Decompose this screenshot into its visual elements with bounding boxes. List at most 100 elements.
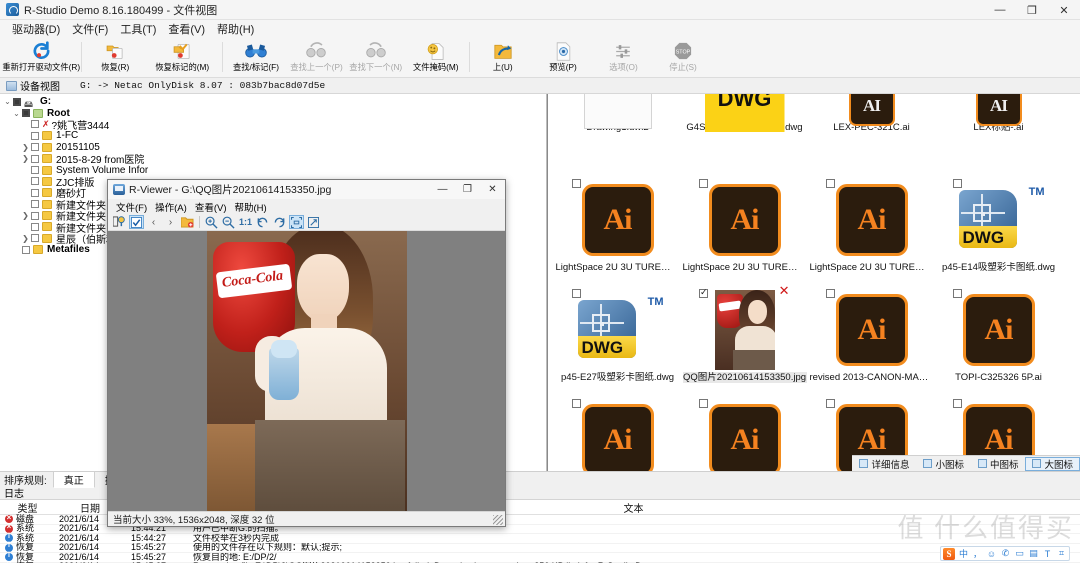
expander-icon[interactable]: ❯: [20, 154, 31, 163]
file-grid-item[interactable]: AI LEX标贴-.ai: [935, 94, 1062, 176]
file-checkbox[interactable]: [826, 399, 835, 408]
close-button[interactable]: ✕: [1048, 0, 1080, 20]
file-checkbox[interactable]: [572, 289, 581, 298]
file-grid-item[interactable]: Airevised 2013-CANON-MANUAL=out...: [808, 286, 935, 396]
actual-size-icon[interactable]: 1:1: [238, 215, 253, 229]
view-mode-large-icons[interactable]: 大图标: [1025, 456, 1080, 471]
viewer-image-canvas[interactable]: [108, 231, 505, 511]
ime-punctuation-icon[interactable]: ，: [972, 548, 983, 559]
ime-emoji-icon[interactable]: ☺: [986, 548, 997, 559]
file-grid-item[interactable]: AiTOPI-C350351 6P.ai: [554, 396, 681, 471]
menu-item-drive[interactable]: 驱动器(D): [8, 20, 68, 38]
file-grid-item[interactable]: TM DWG p45-E27吸塑彩卡图纸.dwg: [554, 286, 681, 396]
file-grid-item[interactable]: AiLightSpace 2U 3U TURE彩卡_6000K(S...: [554, 176, 681, 286]
tree-item-checkbox[interactable]: [31, 120, 39, 129]
file-checkbox[interactable]: [953, 179, 962, 188]
file-grid-item[interactable]: AiLightSpace 2U 3U TURE彩卡_6000K(S...: [808, 176, 935, 286]
file-checkbox[interactable]: [699, 179, 708, 188]
ime-keyboard-icon[interactable]: ▭: [1014, 548, 1025, 559]
ime-toolbar[interactable]: S 中 ， ☺ ✆ ▭ ▤ T ⌗: [940, 546, 1070, 561]
toolbar-find-mark-button[interactable]: 查找/标记(F): [226, 39, 286, 73]
menu-item-view[interactable]: 查看(V): [164, 20, 213, 38]
toolbar-find-previous-button[interactable]: 查找上一个(P): [286, 39, 346, 73]
file-checkbox[interactable]: [953, 289, 962, 298]
tree-item-checkbox[interactable]: [31, 131, 39, 140]
expander-icon[interactable]: ❯: [20, 234, 31, 243]
tree-item-checkbox[interactable]: [31, 222, 39, 231]
file-checkbox[interactable]: [572, 399, 581, 408]
tree-item-4[interactable]: ❯ 2015-8-29 from医院: [0, 153, 546, 166]
maximize-button[interactable]: ❐: [1016, 0, 1048, 20]
tree-item-checkbox[interactable]: [31, 188, 39, 197]
zoom-in-icon[interactable]: [204, 215, 219, 229]
tree-item-checkbox[interactable]: [31, 177, 39, 186]
ime-chinese-mode-icon[interactable]: 中: [958, 548, 969, 559]
file-grid-item[interactable]: ✕ QQ图片20210614153350.jpg: [681, 284, 808, 396]
drive-checkbox[interactable]: [13, 97, 21, 106]
zoom-out-icon[interactable]: [221, 215, 236, 229]
viewer-close-button[interactable]: ✕: [480, 180, 505, 199]
expander-icon[interactable]: ⌄: [2, 97, 13, 106]
minimize-button[interactable]: —: [984, 0, 1016, 20]
toolbar-up-button[interactable]: 上(U): [473, 39, 533, 73]
tree-item-checkbox[interactable]: [22, 245, 30, 254]
tree-item-checkbox[interactable]: [31, 200, 39, 209]
viewer-menu-file[interactable]: 文件(F): [114, 200, 153, 214]
ime-panel-icon[interactable]: ▤: [1028, 548, 1039, 559]
viewer-maximize-button[interactable]: ❐: [455, 180, 480, 199]
expander-icon[interactable]: ❯: [20, 211, 31, 220]
file-grid-item[interactable]: DWGG4S-E14吸塑彩卡图纸.dwg: [681, 94, 808, 176]
viewer-menu-view[interactable]: 查看(V): [193, 200, 233, 214]
sort-tab-real[interactable]: 真正: [52, 470, 95, 488]
viewer-minimize-button[interactable]: —: [430, 180, 455, 199]
tree-item-checkbox[interactable]: [31, 234, 39, 243]
resize-grip[interactable]: [493, 515, 503, 525]
ime-voice-icon[interactable]: ✆: [1000, 548, 1011, 559]
tree-item-checkbox[interactable]: [31, 211, 39, 220]
view-mode-medium-icons[interactable]: 中图标: [971, 457, 1026, 471]
file-checkbox[interactable]: [953, 399, 962, 408]
rotate-left-icon[interactable]: [255, 215, 270, 229]
tree-item-checkbox[interactable]: [31, 154, 39, 163]
file-checkbox[interactable]: [699, 399, 708, 408]
device-view-tab[interactable]: 设备视图: [4, 78, 68, 93]
toolbar-stop-button[interactable]: STOP 停止(S): [653, 39, 713, 73]
menu-item-file[interactable]: 文件(F): [68, 20, 116, 38]
file-grid-item[interactable]: AI LEX-PEC-321C.ai: [808, 94, 935, 176]
file-checkbox[interactable]: [826, 289, 835, 298]
toolbar-file-mask-button[interactable]: 文件掩码(M): [406, 39, 466, 73]
file-checkbox[interactable]: [826, 179, 835, 188]
file-grid-item[interactable]: AiLightSpace 2U 3U TURE彩卡_6000K(S...: [681, 176, 808, 286]
file-grid-item[interactable]: AiTouchMate A60 (7W-9W-12W).ai: [681, 396, 808, 471]
expander-icon[interactable]: ❯: [20, 143, 31, 152]
file-grid-item[interactable]: Drawing1.dwl2: [554, 94, 681, 176]
toolbar-options-button[interactable]: 选项(O): [593, 39, 653, 73]
file-checkbox[interactable]: [572, 179, 581, 188]
tree-item-checkbox[interactable]: [31, 143, 39, 152]
file-checkbox[interactable]: [699, 287, 708, 298]
prev-icon[interactable]: ‹: [146, 215, 161, 229]
toolbar-recover-marked-button[interactable]: 恢复标记的(M): [145, 39, 219, 73]
file-grid-item[interactable]: Ai TOPI-C325326 5P.ai: [935, 286, 1062, 396]
view-mode-small-icons[interactable]: 小图标: [916, 457, 971, 471]
ime-more-icon[interactable]: ⌗: [1056, 548, 1067, 559]
viewer-menu-action[interactable]: 操作(A): [153, 200, 193, 214]
toolbar-reopen-drive-files-button[interactable]: 重新打开驱动文件(R): [2, 39, 80, 73]
toolbar-recover-button[interactable]: 恢复(R): [85, 39, 145, 73]
viewer-menu-help[interactable]: 帮助(H): [232, 200, 272, 214]
tree-item-checkbox[interactable]: [22, 109, 30, 118]
check-icon[interactable]: [129, 215, 144, 229]
menu-item-tools[interactable]: 工具(T): [116, 20, 164, 38]
r-viewer-window[interactable]: R-Viewer - G:\QQ图片20210614153350.jpg — ❐…: [107, 179, 506, 527]
expander-icon[interactable]: ⌄: [11, 109, 22, 118]
tree-item-1[interactable]: ✗ ?姚飞营3444: [0, 119, 546, 132]
tree-row-drive[interactable]: ⌄ 🖴 G:: [0, 96, 546, 109]
view-mode-details[interactable]: 详细信息: [852, 457, 916, 471]
next-icon[interactable]: ›: [163, 215, 178, 229]
toolbar-find-next-button[interactable]: 查找下一个(N): [346, 39, 406, 73]
menu-item-help[interactable]: 帮助(H): [213, 20, 262, 38]
rotate-right-icon[interactable]: [272, 215, 287, 229]
info-icon[interactable]: [112, 215, 127, 229]
toolbar-preview-button[interactable]: 预览(P): [533, 39, 593, 73]
tree-item-checkbox[interactable]: [31, 166, 39, 175]
